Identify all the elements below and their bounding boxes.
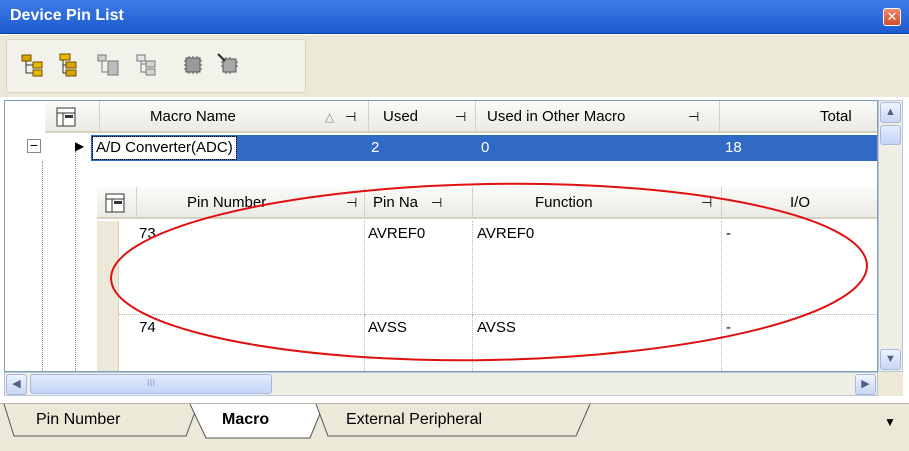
vertical-scrollbar[interactable]: ▲ ▼ [878,100,903,372]
horizontal-scroll-thumb[interactable]: III [30,374,272,394]
scroll-right-button[interactable]: ▶ [855,374,876,395]
arrow-left-icon: ◀ [12,378,21,390]
tab-bar: Pin Number Macro External Peripheral ▼ [0,403,909,451]
show-pins-icon[interactable] [96,52,122,78]
scroll-left-button[interactable]: ◀ [6,374,27,395]
close-icon: ✕ [886,9,898,24]
scroll-down-button[interactable]: ▼ [880,349,901,370]
pin-list-grid: Macro Name △ ⊣ Used ⊣ Used in Other Macr… [4,100,878,372]
arrow-right-icon: ▶ [861,378,870,390]
tab-macro[interactable]: Macro [222,411,269,429]
grip-icon: III [146,378,156,389]
tab-pin-number[interactable]: Pin Number [36,411,120,429]
horizontal-scrollbar[interactable]: ◀ III ▶ [4,372,878,396]
show-tree-icon[interactable] [134,52,160,78]
scroll-up-button[interactable]: ▲ [880,102,901,123]
scrollbar-corner [878,372,903,396]
arrow-down-icon: ▼ [885,353,896,365]
close-button[interactable]: ✕ [883,8,901,26]
arrow-up-icon: ▲ [885,106,896,118]
chip-icon[interactable] [180,52,206,78]
vertical-scroll-thumb[interactable] [880,125,901,145]
expand-all-icon[interactable] [20,52,46,78]
window-title: Device Pin List [10,7,124,24]
tab-external-peripheral[interactable]: External Peripheral [346,411,482,429]
toolbar [0,35,909,97]
tab-menu-dropdown-icon[interactable]: ▼ [884,415,896,429]
title-bar: Device Pin List ✕ [0,0,909,34]
chip-select-icon[interactable] [216,52,242,78]
collapse-all-icon[interactable] [56,52,82,78]
highlight-ellipse [110,182,868,362]
